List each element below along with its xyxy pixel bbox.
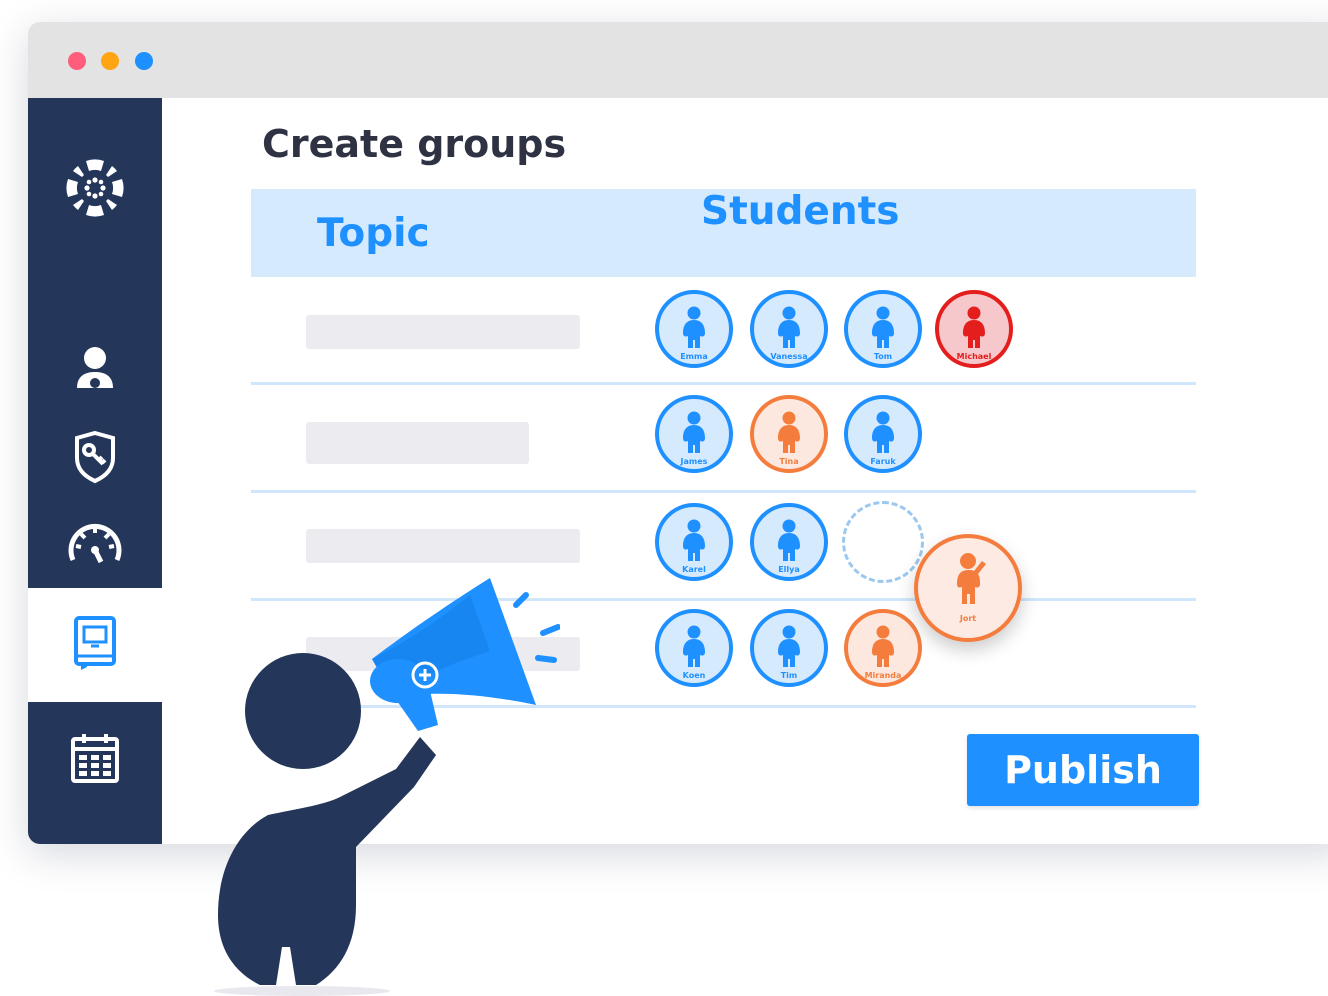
student-avatar[interactable]: James: [655, 395, 733, 473]
student-avatar[interactable]: Miranda: [844, 609, 922, 687]
window-titlebar: [28, 22, 1328, 98]
window-minimize-button[interactable]: [101, 52, 119, 70]
student-name: Tina: [779, 457, 799, 466]
column-header-topic: Topic: [317, 211, 430, 256]
user-icon[interactable]: [28, 338, 162, 398]
student-avatar[interactable]: Ellya: [750, 503, 828, 581]
person-megaphone-illustration: [214, 578, 560, 996]
student-name: Tom: [873, 352, 893, 361]
student-name: Faruk: [870, 457, 896, 466]
student-avatar[interactable]: Karel: [655, 503, 733, 581]
student-avatar[interactable]: Tom: [844, 290, 922, 368]
student-name: Koen: [682, 671, 706, 680]
student-avatar[interactable]: Emma: [655, 290, 733, 368]
dragging-student-avatar[interactable]: Jort: [914, 534, 1022, 642]
topic-input[interactable]: [306, 529, 580, 563]
dashboard-gauge-icon[interactable]: [28, 508, 162, 576]
student-name: Vanessa: [770, 352, 808, 361]
publish-button[interactable]: Publish: [967, 734, 1199, 806]
groups-table-header: Topic Students: [251, 189, 1196, 277]
student-avatar[interactable]: Tina: [750, 395, 828, 473]
window-close-button[interactable]: [68, 52, 86, 70]
student-name: Tim: [780, 671, 798, 680]
student-avatar[interactable]: Faruk: [844, 395, 922, 473]
sidebar-item-course[interactable]: [28, 588, 162, 702]
canvas-logo-icon[interactable]: [28, 138, 162, 238]
student-name: Ellya: [778, 565, 800, 574]
group-row: James Tina Faruk: [251, 385, 1196, 491]
student-name: Michael: [956, 352, 992, 361]
student-avatar[interactable]: Tim: [750, 609, 828, 687]
student-name: James: [680, 457, 708, 466]
topic-input[interactable]: [306, 315, 580, 349]
page-title: Create groups: [262, 122, 567, 166]
course-book-icon: [73, 615, 117, 675]
topic-input[interactable]: [306, 422, 529, 464]
drop-target-placeholder[interactable]: [842, 501, 924, 583]
student-avatar[interactable]: Koen: [655, 609, 733, 687]
sidebar: [28, 98, 162, 844]
window-maximize-button[interactable]: [135, 52, 153, 70]
student-name: Emma: [680, 352, 708, 361]
student-name: Jort: [959, 614, 977, 623]
group-row: Emma Vanessa Tom Michael: [251, 277, 1196, 383]
student-name: Miranda: [864, 671, 902, 680]
shield-key-icon[interactable]: [28, 423, 162, 491]
student-avatar[interactable]: Vanessa: [750, 290, 828, 368]
student-avatar[interactable]: Michael: [935, 290, 1013, 368]
student-name: Karel: [682, 565, 706, 574]
calendar-icon[interactable]: [28, 723, 162, 793]
